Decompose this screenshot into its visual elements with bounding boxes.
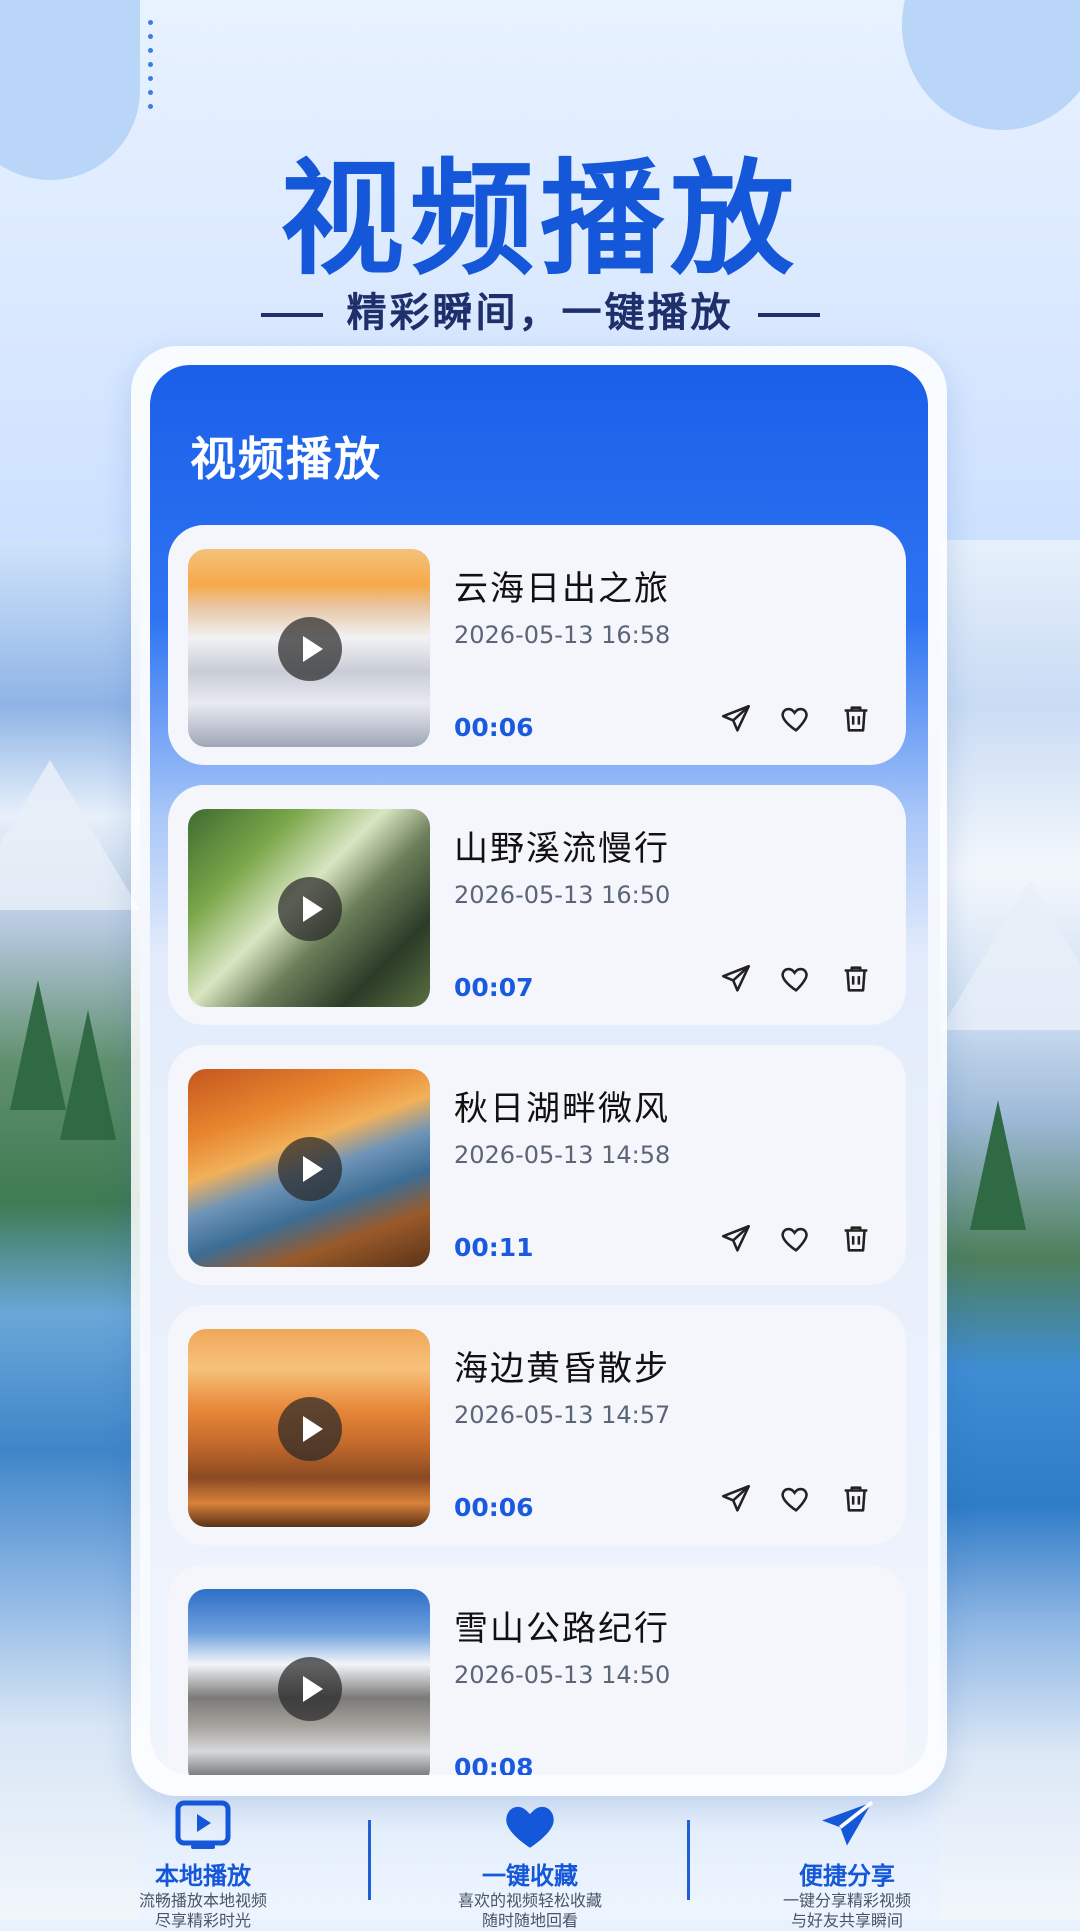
video-duration: 00:07: [454, 973, 534, 1002]
feature-desc-1: 一键分享精彩视频: [782, 1891, 911, 1910]
scenery-right: [940, 540, 1080, 1920]
heart-icon: [380, 1800, 680, 1850]
divider-right: [757, 313, 820, 317]
hero-title: 视频播放: [279, 148, 800, 292]
share-icon[interactable]: [718, 701, 754, 737]
play-screen-icon: [53, 1800, 353, 1850]
feature-desc-2: 随时随地回看: [481, 1911, 578, 1930]
video-duration: 00:11: [454, 1233, 534, 1262]
video-thumbnail[interactable]: [188, 1329, 430, 1527]
play-icon[interactable]: [278, 617, 342, 681]
trash-icon[interactable]: [838, 1481, 874, 1517]
video-title: 雪山公路纪行: [454, 1609, 670, 1649]
play-icon[interactable]: [278, 877, 342, 941]
feature-desc-2: 尽享精彩时光: [154, 1911, 251, 1930]
heart-icon[interactable]: [778, 1221, 814, 1257]
decor-dots: [148, 20, 162, 118]
heart-icon[interactable]: [778, 961, 814, 997]
video-date: 2026-05-13 16:58: [454, 621, 671, 649]
video-date: 2026-05-13 14:58: [454, 1141, 671, 1169]
share-icon[interactable]: [718, 1481, 754, 1517]
video-title: 秋日湖畔微风: [454, 1089, 670, 1129]
heart-icon[interactable]: [778, 1481, 814, 1517]
video-title: 云海日出之旅: [454, 569, 670, 609]
play-icon[interactable]: [278, 1397, 342, 1461]
separator: [368, 1820, 371, 1900]
feature-local-play: 本地播放 流畅播放本地视频 尽享精彩时光: [53, 1800, 353, 1931]
trash-icon[interactable]: [838, 1221, 874, 1257]
trash-icon[interactable]: [838, 961, 874, 997]
decor-circle-right: [902, 0, 1080, 130]
hero-subtitle-text: 精彩瞬间，一键播放: [346, 290, 734, 336]
feature-label: 便捷分享: [799, 1862, 895, 1890]
video-thumbnail[interactable]: [188, 1069, 430, 1267]
feature-desc-1: 流畅播放本地视频: [138, 1891, 267, 1910]
divider-left: [260, 313, 323, 317]
feature-share: 便捷分享 一键分享精彩视频 与好友共享瞬间: [697, 1800, 997, 1931]
feature-desc-1: 喜欢的视频轻松收藏: [457, 1891, 602, 1910]
paper-plane-icon: [697, 1800, 997, 1850]
video-thumbnail[interactable]: [188, 1589, 430, 1775]
feature-bar: 本地播放 流畅播放本地视频 尽享精彩时光 一键收藏 喜欢的视频轻松收藏 随时随地…: [0, 1800, 1080, 1930]
heart-icon[interactable]: [778, 701, 814, 737]
video-card[interactable]: 雪山公路纪行 2026-05-13 14:50 00:08: [168, 1565, 906, 1775]
video-thumbnail[interactable]: [188, 809, 430, 1007]
video-card[interactable]: 山野溪流慢行 2026-05-13 16:50 00:07: [168, 785, 906, 1025]
panel-title: 视频播放: [190, 432, 382, 486]
feature-label: 本地播放: [155, 1862, 251, 1890]
play-icon[interactable]: [278, 1137, 342, 1201]
video-title: 海边黄昏散步: [454, 1349, 670, 1389]
video-duration: 00:06: [454, 713, 534, 742]
scenery-left: [0, 540, 140, 1920]
video-list-panel: 视频播放 云海日出之旅 2026-05-13 16:58 00:06 山野溪流慢…: [150, 365, 928, 1775]
hero-subtitle: 精彩瞬间，一键播放: [0, 280, 1080, 338]
share-icon[interactable]: [718, 961, 754, 997]
feature-favorite: 一键收藏 喜欢的视频轻松收藏 随时随地回看: [380, 1800, 680, 1931]
feature-desc-2: 与好友共享瞬间: [790, 1911, 903, 1930]
video-card[interactable]: 海边黄昏散步 2026-05-13 14:57 00:06: [168, 1305, 906, 1545]
video-date: 2026-05-13 14:50: [454, 1661, 671, 1689]
video-card[interactable]: 秋日湖畔微风 2026-05-13 14:58 00:11: [168, 1045, 906, 1285]
share-icon[interactable]: [718, 1221, 754, 1257]
video-date: 2026-05-13 14:57: [454, 1401, 671, 1429]
video-duration: 00:08: [454, 1753, 534, 1775]
trash-icon[interactable]: [838, 701, 874, 737]
separator: [687, 1820, 690, 1900]
video-title: 山野溪流慢行: [454, 829, 670, 869]
video-card[interactable]: 云海日出之旅 2026-05-13 16:58 00:06: [168, 525, 906, 765]
feature-label: 一键收藏: [482, 1862, 578, 1890]
video-duration: 00:06: [454, 1493, 534, 1522]
video-date: 2026-05-13 16:50: [454, 881, 671, 909]
video-thumbnail[interactable]: [188, 549, 430, 747]
play-icon[interactable]: [278, 1657, 342, 1721]
